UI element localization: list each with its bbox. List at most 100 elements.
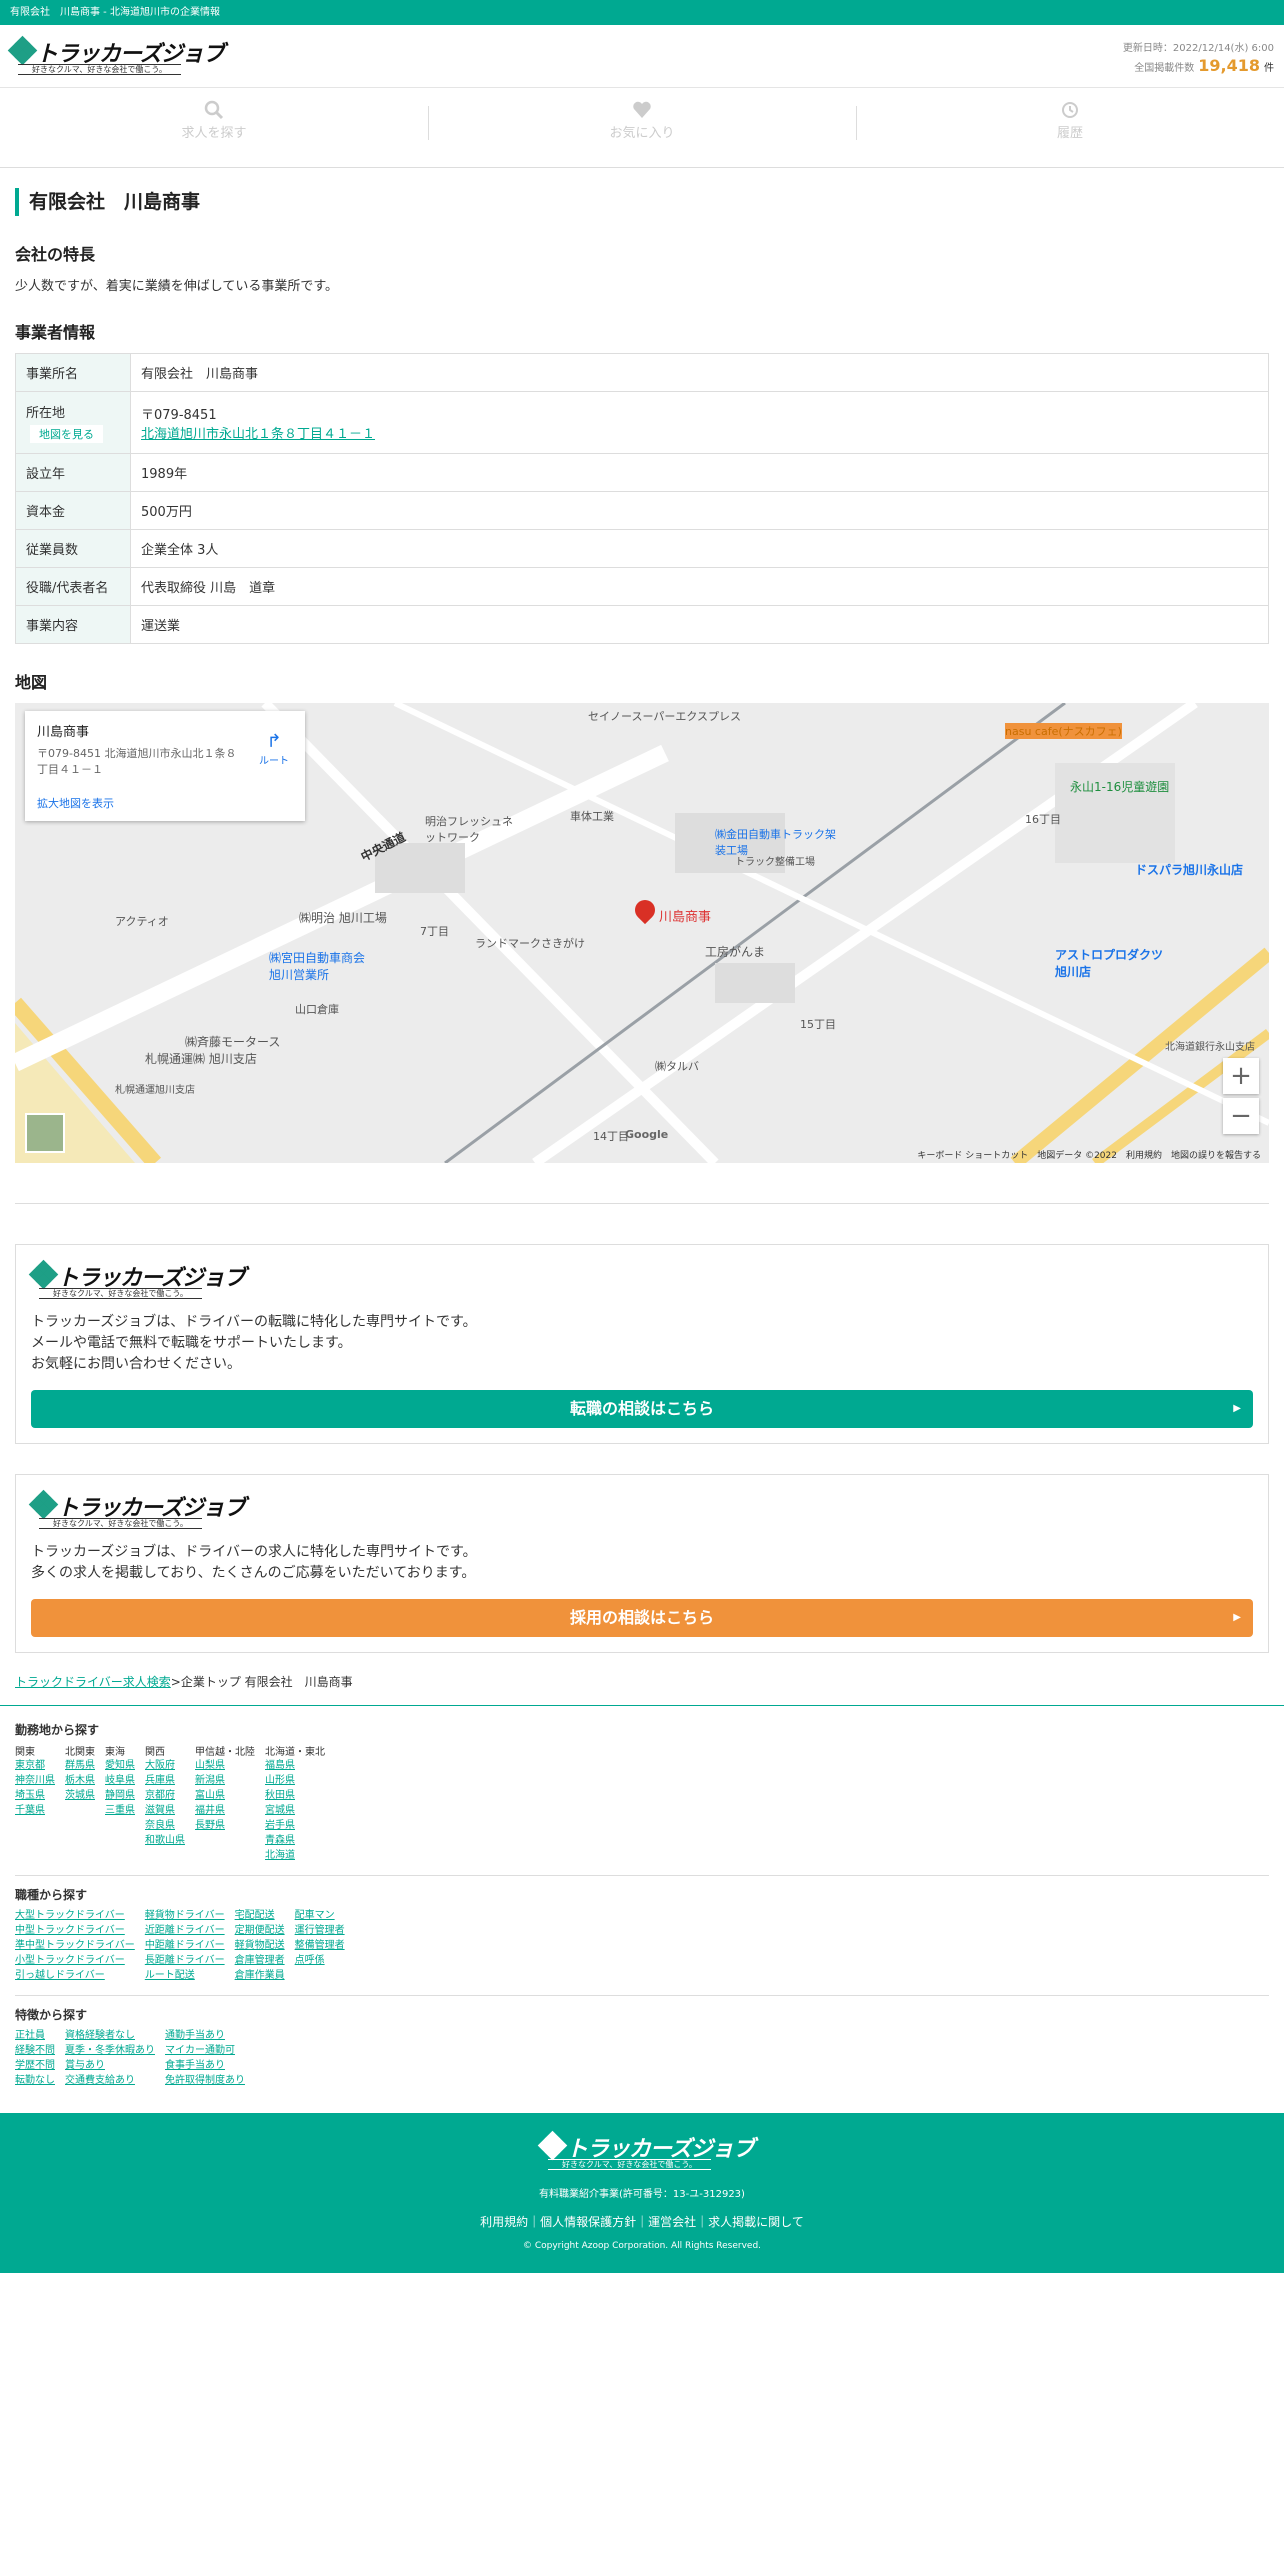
footer-link[interactable]: 準中型トラックドライバー <box>15 1938 135 1953</box>
footer-link[interactable]: 長野県 <box>195 1818 255 1833</box>
updated-time: 更新日時：2022/12/14(水) 6:00 <box>1122 43 1274 54</box>
footer-link[interactable]: 群馬県 <box>65 1758 95 1773</box>
view-map-button[interactable]: 地図を見る <box>30 425 103 443</box>
footer-link[interactable]: 経験不問 <box>15 2043 55 2058</box>
footer-link[interactable]: 点呼係 <box>295 1953 345 1968</box>
hiring-consult-button[interactable]: 採用の相談はこちら ▶ <box>31 1599 1253 1637</box>
footer-link[interactable]: 埼玉県 <box>15 1788 55 1803</box>
breadcrumb-separator: > <box>170 1675 181 1689</box>
footer-link[interactable]: 近距離ドライバー <box>145 1923 225 1938</box>
footer-link[interactable]: 軽貨物ドライバー <box>145 1908 225 1923</box>
footer-link[interactable]: 岐阜県 <box>105 1773 135 1788</box>
footer-link[interactable]: 交通費支給あり <box>65 2073 155 2088</box>
footer-link[interactable]: 青森県 <box>265 1833 325 1848</box>
route-icon: ↱ <box>266 731 282 752</box>
footer-link[interactable]: 大阪府 <box>145 1758 185 1773</box>
zoom-out-button[interactable]: − <box>1223 1098 1259 1134</box>
site-logo[interactable]: トラッカーズジョブ 好きなクルマ、好きな会社で働こう。 <box>7 35 225 78</box>
nav-favorites[interactable]: お気に入り <box>428 88 856 167</box>
footer-link[interactable]: 通勤手当あり <box>165 2028 245 2043</box>
map-zoom-link[interactable]: 拡大地図を表示 <box>37 795 114 811</box>
footer-link[interactable]: 配車マン <box>295 1908 345 1923</box>
footer-link[interactable]: 静岡県 <box>105 1788 135 1803</box>
link-column: 関西 大阪府 兵庫県 京都府 滋賀県 奈良県 和歌山県 <box>145 1743 185 1863</box>
footer-link[interactable]: 滋賀県 <box>145 1803 185 1818</box>
footer-link[interactable]: 山梨県 <box>195 1758 255 1773</box>
divider <box>15 1203 1269 1204</box>
address-link[interactable]: 北海道旭川市永山北１条８丁目４１－１ <box>141 427 375 442</box>
nav-search[interactable]: 求人を探す <box>0 88 428 167</box>
footer-link[interactable]: ルート配送 <box>145 1968 225 1983</box>
footer-link[interactable]: 長距離ドライバー <box>145 1953 225 1968</box>
promo-logo: トラッカーズジョブ 好きなクルマ、好きな会社で働こう。 <box>28 1489 246 1532</box>
footer-link[interactable]: 富山県 <box>195 1788 255 1803</box>
footer-link[interactable]: 三重県 <box>105 1803 135 1818</box>
footer-link[interactable]: マイカー通勤可 <box>165 2043 245 2058</box>
link-column: 大型トラックドライバー 中型トラックドライバー 準中型トラックドライバー 小型トラック… <box>15 1908 135 1983</box>
row-value: 代表取締役 川島 道章 <box>130 567 1269 606</box>
footer-link[interactable]: 資格経験者なし <box>65 2028 155 2043</box>
footer-link[interactable]: 運行管理者 <box>295 1923 345 1938</box>
footer-link[interactable]: 学歴不問 <box>15 2058 55 2073</box>
row-value-location: 〒079-8451 北海道旭川市永山北１条８丁目４１－１ <box>130 391 1269 454</box>
footer-link[interactable]: 福井県 <box>195 1803 255 1818</box>
footer-link[interactable]: 宅配配送 <box>235 1908 285 1923</box>
row-value: 有限会社 川島商事 <box>130 353 1269 392</box>
footer-link[interactable]: 山形県 <box>265 1773 325 1788</box>
footer-link[interactable]: 中型トラックドライバー <box>15 1923 135 1938</box>
logo-mark-icon <box>537 2130 568 2161</box>
footer-link[interactable]: 宮城県 <box>265 1803 325 1818</box>
footer-link[interactable]: 茨城県 <box>65 1788 95 1803</box>
map-label: ㈱宮田自動車商会 旭川営業所 <box>269 951 366 982</box>
footer-link[interactable]: 秋田県 <box>265 1788 325 1803</box>
footer-link[interactable]: 神奈川県 <box>15 1773 55 1788</box>
logo-mark-icon <box>28 1489 59 1520</box>
zoom-in-button[interactable]: + <box>1223 1058 1259 1094</box>
logo-mark-icon <box>7 35 38 66</box>
footer-link[interactable]: 倉庫作業員 <box>235 1968 285 1983</box>
footer-link[interactable]: 免許取得制度あり <box>165 2073 245 2088</box>
footer-link[interactable]: 新潟県 <box>195 1773 255 1788</box>
footer-link[interactable]: 食事手当あり <box>165 2058 245 2073</box>
footer-link[interactable]: 引っ越しドライバー <box>15 1968 135 1983</box>
career-consult-button[interactable]: 転職の相談はこちら ▶ <box>31 1390 1253 1428</box>
footer-link[interactable]: 正社員 <box>15 2028 55 2043</box>
map-label: 明治フレッシュネットワーク <box>425 815 513 844</box>
footer-link[interactable]: 定期便配送 <box>235 1923 285 1938</box>
footer-link[interactable]: 転勤なし <box>15 2073 55 2088</box>
map-label: 16丁目 <box>1025 813 1061 826</box>
footer-link[interactable]: 和歌山県 <box>145 1833 185 1848</box>
footer-link[interactable]: 愛知県 <box>105 1758 135 1773</box>
footer-link[interactable]: 岩手県 <box>265 1818 325 1833</box>
footer-link[interactable]: 倉庫管理者 <box>235 1953 285 1968</box>
footer-link[interactable]: 京都府 <box>145 1788 185 1803</box>
google-logo: Google <box>625 1128 669 1141</box>
footer-link[interactable]: 東京都 <box>15 1758 55 1773</box>
logo-tagline: 好きなクルマ、好きな会社で働こう。 <box>548 2159 711 2170</box>
footer-link[interactable]: 奈良県 <box>145 1818 185 1833</box>
footer-link[interactable]: 賞与あり <box>65 2058 155 2073</box>
footer-link[interactable]: 北海道 <box>265 1848 325 1863</box>
footer-logo[interactable]: トラッカーズジョブ 好きなクルマ、好きな会社で働こう。 <box>537 2130 755 2173</box>
map-label: ㈱明治 旭川工場 <box>299 911 387 925</box>
nav-search-label: 求人を探す <box>181 126 247 141</box>
embedded-map[interactable]: 川島商事 〒079-8451 北海道旭川市永山北１条８丁目４１－１ 拡大地図を表… <box>15 703 1269 1163</box>
footer-link[interactable]: 整備管理者 <box>295 1938 345 1953</box>
footer-link[interactable]: 軽貨物配送 <box>235 1938 285 1953</box>
footer-link[interactable]: 大型トラックドライバー <box>15 1908 135 1923</box>
logo-tagline: 好きなクルマ、好きな会社で働こう。 <box>39 1288 202 1299</box>
footer-link[interactable]: 夏季・冬季休暇あり <box>65 2043 155 2058</box>
promo-line: 多くの求人を掲載しており、たくさんのご応募をいただいております。 <box>31 1565 476 1581</box>
nav-history[interactable]: 履歴 <box>856 88 1284 167</box>
footer-link[interactable]: 福島県 <box>265 1758 325 1773</box>
footer-link[interactable]: 小型トラックドライバー <box>15 1953 135 1968</box>
footer-link[interactable]: 兵庫県 <box>145 1773 185 1788</box>
map-route-button[interactable]: ↱ ルート <box>259 731 289 767</box>
breadcrumb-home-link[interactable]: トラックドライバー求人検索 <box>15 1675 171 1689</box>
footer-link[interactable]: 千葉県 <box>15 1803 55 1818</box>
footer-link[interactable]: 中距離ドライバー <box>145 1938 225 1953</box>
row-label: 役職/代表者名 <box>15 567 131 606</box>
footer-nav-links[interactable]: 利用規約｜個人情報保護方針｜運営会社｜求人掲載に関して <box>0 2213 1284 2230</box>
satellite-toggle[interactable] <box>25 1113 65 1153</box>
footer-link[interactable]: 栃木県 <box>65 1773 95 1788</box>
